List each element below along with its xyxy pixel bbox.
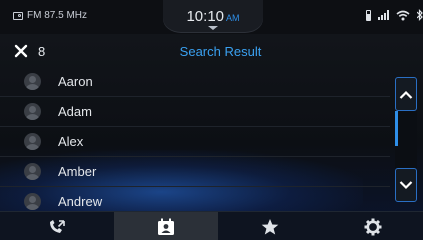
radio-icon: [13, 11, 23, 20]
page-title: Search Result: [179, 44, 262, 59]
settings-icon: [364, 218, 381, 235]
scroll-up-button[interactable]: [395, 77, 417, 111]
header: 8 Search Result: [0, 34, 423, 70]
chevron-up-icon: [399, 90, 413, 99]
bluetooth-icon: [417, 9, 423, 21]
scroll-down-button[interactable]: [395, 168, 417, 202]
contact-row[interactable]: Alex: [0, 127, 390, 157]
recent-calls-icon: [50, 219, 65, 233]
scroll-track[interactable]: [395, 111, 417, 168]
avatar: [24, 73, 41, 90]
avatar: [24, 103, 41, 120]
clock-time: 10:10: [186, 8, 225, 25]
wifi-icon: [396, 10, 410, 20]
clock-ampm: AM: [226, 13, 240, 23]
nav-favorites[interactable]: [218, 212, 322, 240]
contact-name: Aaron: [58, 74, 93, 89]
avatar: [24, 193, 41, 210]
contact-name: Adam: [58, 104, 92, 119]
contact-row[interactable]: Amber: [0, 157, 390, 187]
contact-name: Alex: [58, 134, 84, 149]
scroll-thumb[interactable]: [395, 111, 398, 146]
status-icons: [366, 9, 423, 21]
nav-settings[interactable]: [322, 212, 423, 240]
phone-search-screen: FM 87.5 MHz 10:10 AM 8 Search Result Aaro…: [0, 0, 423, 240]
chevron-down-icon: [208, 26, 218, 30]
clock-tab[interactable]: 10:10 AM: [163, 0, 263, 32]
nav-contacts[interactable]: [114, 212, 218, 240]
contact-row[interactable]: Aaron: [0, 67, 390, 97]
nav-recent-calls[interactable]: [0, 212, 114, 240]
radio-status[interactable]: FM 87.5 MHz: [13, 10, 87, 21]
contact-row[interactable]: Adam: [0, 97, 390, 127]
avatar: [24, 133, 41, 150]
status-bar: FM 87.5 MHz 10:10 AM: [0, 0, 423, 34]
bottom-nav: [0, 211, 423, 240]
favorites-icon: [261, 218, 279, 234]
chevron-down-icon: [399, 181, 413, 190]
battery-icon: [366, 9, 371, 21]
contact-list: Aaron Adam Alex Amber Andrew: [0, 67, 390, 217]
clock: 10:10 AM: [163, 8, 263, 25]
scrollbar[interactable]: [395, 77, 417, 202]
avatar: [24, 163, 41, 180]
contact-name: Amber: [58, 164, 97, 179]
signal-icon: [378, 10, 389, 20]
radio-text: FM 87.5 MHz: [27, 10, 88, 21]
contacts-icon: [158, 218, 174, 235]
contact-name: Andrew: [58, 194, 103, 209]
